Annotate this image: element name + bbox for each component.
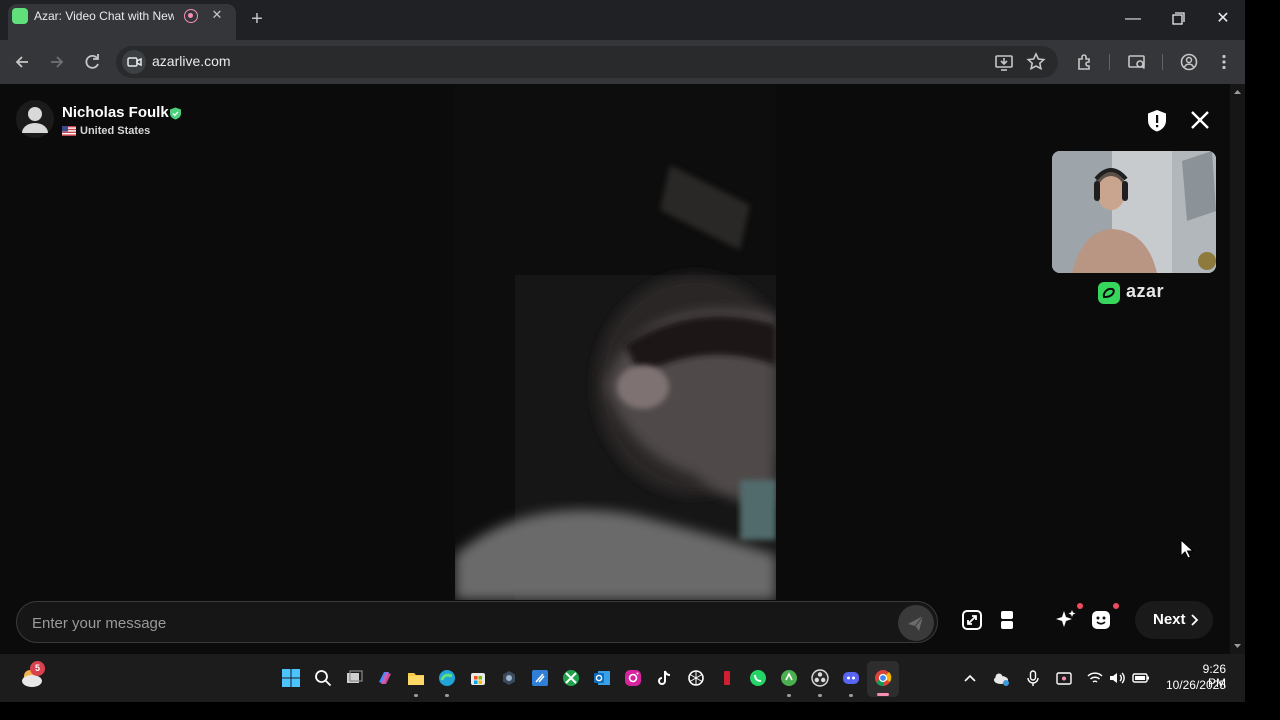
red-app-icon[interactable] bbox=[717, 668, 737, 688]
outlook-icon[interactable] bbox=[592, 668, 612, 688]
partner-avatar[interactable] bbox=[16, 100, 54, 138]
tiktok-icon[interactable] bbox=[654, 668, 674, 688]
battery-icon[interactable] bbox=[1131, 668, 1151, 688]
hidden-icons-chevron-up-icon[interactable] bbox=[960, 668, 980, 688]
mouse-cursor-icon bbox=[1180, 539, 1194, 559]
layout-toggle-icon[interactable] bbox=[993, 606, 1021, 634]
task-view-icon[interactable] bbox=[344, 668, 364, 688]
partner-country: United States bbox=[80, 125, 151, 137]
running-indicator bbox=[787, 694, 791, 697]
close-chat-icon[interactable] bbox=[1189, 109, 1211, 131]
address-bar[interactable] bbox=[116, 46, 1058, 78]
forward-button[interactable] bbox=[45, 50, 69, 74]
next-label: Next bbox=[1153, 611, 1186, 628]
azar-logo-icon bbox=[1098, 282, 1120, 304]
site-camera-icon[interactable] bbox=[122, 50, 146, 74]
tab-search-icon[interactable] bbox=[1125, 50, 1149, 74]
verified-shield-icon bbox=[169, 107, 182, 120]
back-button[interactable] bbox=[10, 50, 34, 74]
instagram-icon[interactable] bbox=[623, 668, 643, 688]
running-indicator bbox=[849, 694, 853, 697]
page-scrollbar[interactable] bbox=[1230, 84, 1245, 654]
self-camera-preview bbox=[1052, 151, 1216, 273]
app-hexagon-icon[interactable] bbox=[499, 668, 519, 688]
chrome-icon[interactable] bbox=[873, 668, 893, 688]
bookmark-star-icon[interactable] bbox=[1024, 50, 1048, 74]
copilot-icon[interactable] bbox=[375, 668, 395, 688]
tab-title: Azar: Video Chat with New bbox=[34, 9, 174, 23]
start-windows-icon[interactable] bbox=[281, 668, 301, 688]
screen-bottom-edge bbox=[0, 702, 1280, 720]
wifi-icon[interactable] bbox=[1085, 668, 1105, 688]
edge-browser-icon[interactable] bbox=[437, 668, 457, 688]
maximize-button[interactable] bbox=[1165, 8, 1191, 30]
azar-favicon-icon bbox=[12, 8, 28, 24]
microsoft-store-icon[interactable] bbox=[468, 668, 488, 688]
chrome-menu-icon[interactable] bbox=[1212, 50, 1236, 74]
fullscreen-toggle-icon[interactable] bbox=[958, 606, 986, 634]
message-input[interactable] bbox=[30, 611, 874, 635]
install-app-icon[interactable] bbox=[992, 50, 1016, 74]
active-app-indicator bbox=[877, 693, 889, 696]
notification-dot bbox=[1077, 603, 1083, 609]
notification-dot bbox=[1113, 603, 1119, 609]
tab-close-icon[interactable]: ✕ bbox=[208, 6, 226, 24]
running-indicator bbox=[414, 694, 418, 697]
minimize-button[interactable]: — bbox=[1120, 8, 1146, 30]
obs-icon[interactable] bbox=[810, 668, 830, 688]
us-flag-icon bbox=[62, 126, 76, 136]
profile-icon[interactable] bbox=[1177, 50, 1201, 74]
chevron-right-icon bbox=[1189, 613, 1199, 627]
chatgpt-icon[interactable] bbox=[686, 668, 706, 688]
send-message-button[interactable] bbox=[898, 605, 934, 641]
recording-indicator-icon bbox=[184, 9, 198, 23]
xbox-icon[interactable] bbox=[561, 668, 581, 688]
file-explorer-icon[interactable] bbox=[406, 668, 426, 688]
discord-icon[interactable] bbox=[841, 668, 861, 688]
close-window-button[interactable]: ✕ bbox=[1210, 8, 1236, 30]
partner-video-feed bbox=[455, 85, 776, 600]
sticker-face-icon[interactable] bbox=[1087, 606, 1115, 634]
green-app-icon[interactable] bbox=[779, 668, 799, 688]
clock-date[interactable]: 10/26/2025 bbox=[1164, 678, 1226, 692]
running-indicator bbox=[445, 694, 449, 697]
search-icon[interactable] bbox=[313, 668, 333, 688]
microphone-icon[interactable] bbox=[1023, 668, 1043, 688]
camera-tray-icon[interactable] bbox=[1054, 668, 1074, 688]
partner-name: Nicholas Foulk bbox=[62, 104, 169, 121]
weather-badge: 5 bbox=[30, 661, 45, 676]
effects-sparkle-icon[interactable] bbox=[1052, 606, 1080, 634]
url-text[interactable]: azarlive.com bbox=[152, 53, 231, 69]
toolbar-divider bbox=[1162, 54, 1163, 70]
volume-icon[interactable] bbox=[1107, 668, 1127, 688]
onedrive-icon[interactable] bbox=[991, 668, 1011, 688]
whatsapp-icon[interactable] bbox=[748, 668, 768, 688]
extensions-icon[interactable] bbox=[1073, 50, 1097, 74]
toolbar-divider bbox=[1109, 54, 1110, 70]
new-tab-button[interactable]: + bbox=[247, 9, 267, 29]
report-shield-icon[interactable] bbox=[1146, 109, 1168, 133]
azar-brand-text: azar bbox=[1126, 281, 1165, 301]
running-indicator bbox=[818, 694, 822, 697]
app-blue-icon[interactable] bbox=[530, 668, 550, 688]
reload-button[interactable] bbox=[80, 50, 104, 74]
